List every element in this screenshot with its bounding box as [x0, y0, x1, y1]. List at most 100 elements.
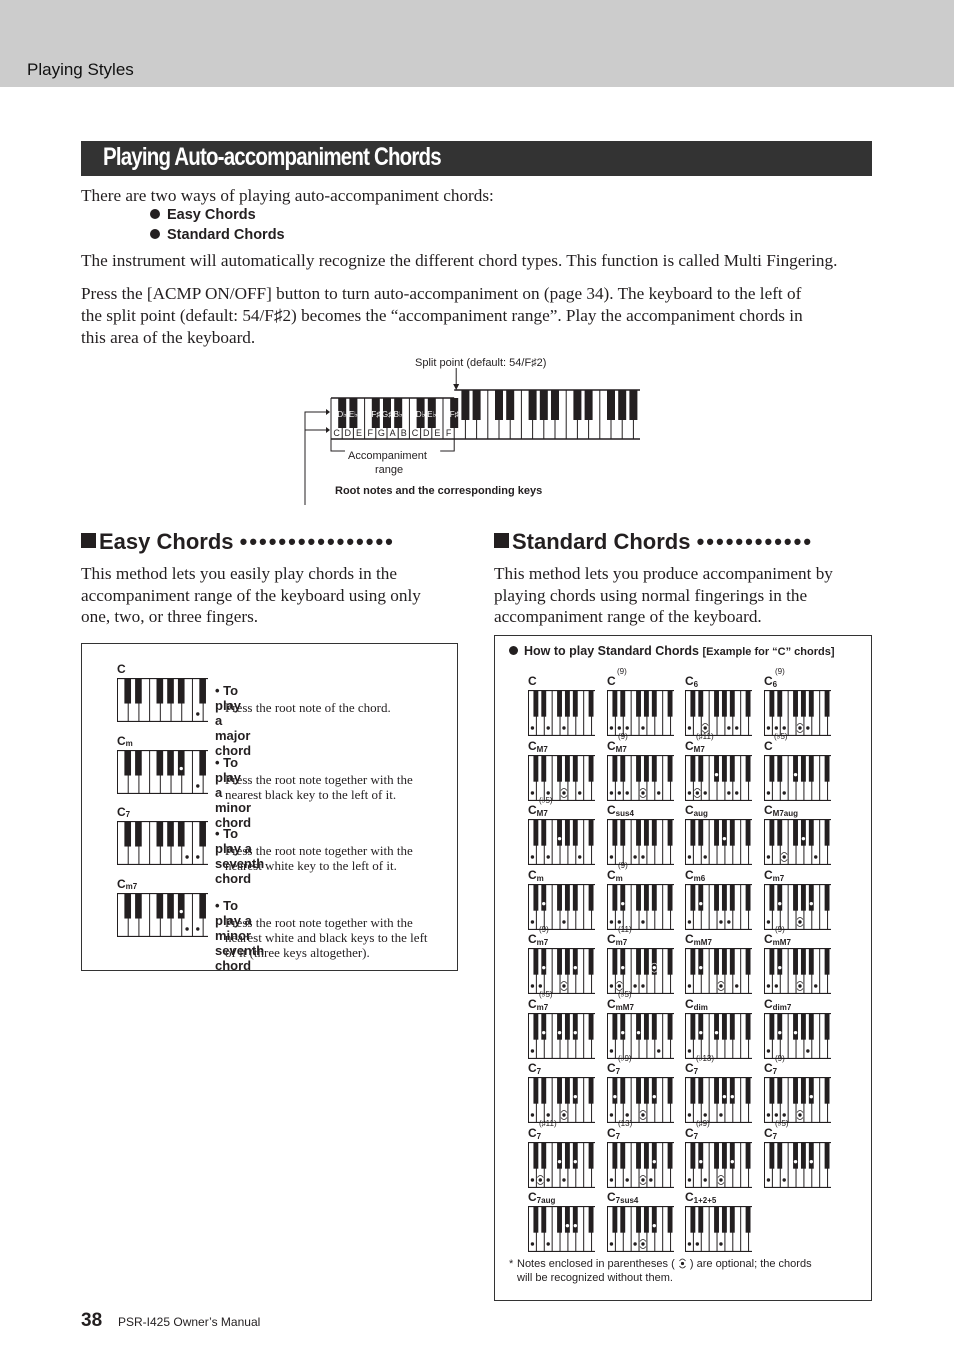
note-dot: [695, 1242, 700, 1246]
easy-body-1: This method lets you easily play chords …: [81, 564, 398, 583]
split-point-diagram: Split point (default: 54/F♯2) D♭ E♭ F♯ G♯ B♭…: [300, 350, 650, 505]
black-key: [636, 819, 641, 846]
black-key: [824, 819, 830, 846]
note-dot: [687, 790, 692, 795]
note-dot: [809, 1094, 813, 1099]
chord-diagram: Cm: [528, 868, 598, 930]
black-key: [541, 754, 547, 782]
black-key: [714, 819, 719, 846]
accompaniment-range-label-2: range: [375, 464, 404, 476]
black-key: [721, 948, 727, 975]
section-title: Playing Styles: [27, 60, 134, 79]
footnote: * Notes enclosed in parentheses ( ) are …: [509, 1257, 812, 1285]
black-key: [824, 754, 830, 782]
chord-name: CM7: [528, 739, 548, 754]
note-dot: [573, 1030, 577, 1034]
black-key: [769, 1141, 775, 1169]
optional-paren-bottom: [537, 1181, 544, 1185]
chord-tension: (9): [617, 667, 627, 676]
note-dot: [782, 790, 786, 795]
note-dot: [613, 1094, 617, 1099]
chord-suffix: 7: [615, 1067, 621, 1076]
black-key: [777, 1012, 783, 1040]
black-key: [177, 821, 185, 847]
chord-suffix: M7: [693, 744, 705, 754]
black-key: [729, 754, 735, 782]
black-key: [572, 1141, 578, 1169]
black-key: [533, 1012, 539, 1040]
black-key: [588, 1077, 594, 1104]
chord-name: C7 (♭5): [764, 1119, 789, 1141]
black-key: [135, 821, 142, 847]
chord-diagram: CM7aug: [764, 803, 834, 865]
note-dot: [719, 919, 723, 924]
note-dot: [782, 726, 786, 730]
note-dot: [687, 984, 692, 988]
chord-tension: (♯11): [696, 731, 714, 741]
chord-suffix: sus4: [615, 809, 634, 818]
black-key: [156, 750, 164, 776]
black-key: [721, 819, 727, 846]
optional-paren-top: [560, 1110, 568, 1113]
black-key: [156, 821, 164, 847]
easy-chord-keyboard: [117, 893, 208, 937]
black-key: [690, 1012, 696, 1040]
note-dot: [562, 1177, 566, 1182]
black-key: [745, 948, 751, 975]
note-dot: [687, 1048, 692, 1053]
note-dot: [687, 855, 692, 859]
chord-tension: (♭5): [775, 1118, 789, 1128]
chord-diagram: CmM7: [685, 932, 755, 994]
note-dot: [179, 766, 183, 771]
manual-name: PSR-I425 Owner’s Manual: [118, 1315, 261, 1329]
chord-diagram: C7 (9): [764, 1054, 834, 1123]
optional-paren-top: [560, 981, 568, 984]
black-key: [651, 883, 657, 911]
black-key: [651, 1206, 657, 1233]
standard-body-3: accompaniment range of the keyboard.: [494, 607, 762, 626]
optional-paren-bottom: [639, 1117, 647, 1120]
chord-keyboard: [685, 883, 752, 930]
black-key-label: D♭: [416, 410, 426, 419]
black-key: [808, 1141, 814, 1169]
black-key: [495, 390, 503, 420]
black-key: [620, 690, 626, 717]
optional-paren-top: [717, 1174, 725, 1178]
chord-name: CM7aug: [764, 803, 799, 818]
chord-diagram: Cm7 (11): [607, 925, 677, 994]
note-dot: [609, 919, 614, 924]
black-key: [698, 819, 704, 846]
black-key: [572, 948, 578, 975]
black-key: [698, 1012, 704, 1040]
black-key: [199, 750, 206, 776]
black-key: [721, 690, 727, 717]
note-dot: [633, 984, 637, 988]
chord-name: C7 (13): [607, 1119, 632, 1141]
black-key: [714, 948, 719, 975]
note-dot: [687, 1242, 692, 1246]
chord-tension: (♭5): [539, 989, 553, 999]
note-dot: [814, 855, 818, 859]
chord-diagram: C7 (♯9): [685, 1119, 755, 1188]
black-key: [199, 893, 206, 919]
acmp-text-line-1: Press the [ACMP ON/OFF] button to turn a…: [81, 284, 802, 303]
chord-name: Cdim7: [764, 997, 791, 1012]
black-key: [651, 819, 657, 846]
black-key: [667, 883, 673, 911]
chord-diagram: Caug: [685, 803, 755, 865]
easy-chord-description: nearest white and black keys to the left: [225, 930, 428, 945]
title-bar: Playing Auto-accompaniment Chords: [81, 141, 872, 176]
black-key: [528, 390, 537, 420]
note-dot: [565, 1223, 570, 1228]
chord-diagram: C7 (13): [607, 1119, 677, 1188]
note-dot: [774, 984, 779, 988]
chord-suffix: M7aug: [772, 809, 799, 818]
black-key: [541, 690, 547, 717]
note-dot: [557, 836, 562, 841]
note-dot: [185, 927, 189, 931]
note-dot: [621, 965, 625, 970]
chord-suffix: m: [536, 873, 544, 883]
easy-chord-description: of it (three keys altogether).: [225, 945, 370, 960]
optional-note-dot: [652, 965, 656, 970]
chord-diagram: C7 (♭9): [607, 1054, 677, 1123]
